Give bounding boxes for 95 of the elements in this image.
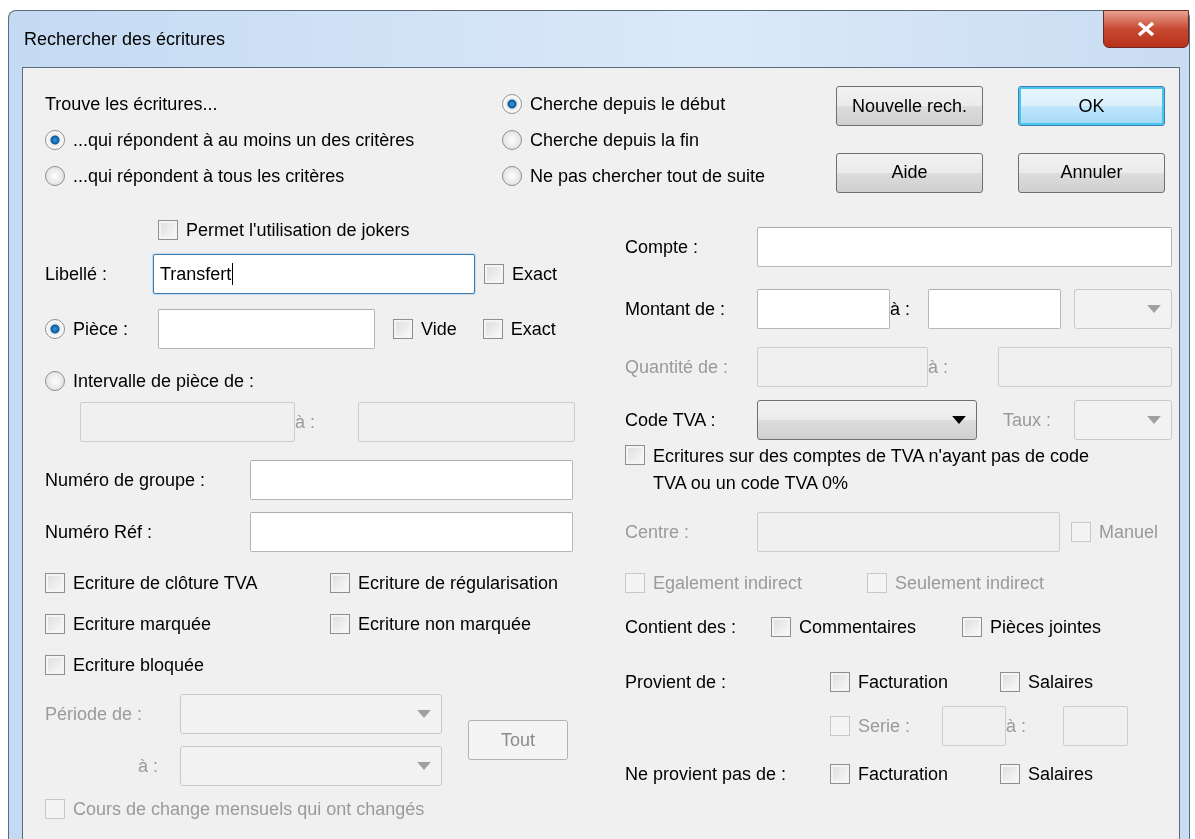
radio-label: Intervalle de pièce de :	[73, 370, 255, 393]
checkbox[interactable]	[45, 573, 65, 593]
range-label: à :	[928, 356, 949, 378]
text-field[interactable]	[158, 309, 375, 349]
checkbox-label: Exact	[510, 318, 556, 341]
checkbox[interactable]	[962, 617, 982, 637]
checkbox[interactable]	[330, 614, 350, 634]
checkbox-label: Vide	[421, 318, 457, 341]
radio-label: Cherche depuis la fin	[530, 129, 700, 152]
dialog-button[interactable]: Aide	[836, 152, 983, 193]
checkbox[interactable]	[393, 319, 413, 339]
checkbox-label: Exact	[512, 263, 558, 286]
checkbox-label: Permet l'utilisation de jokers	[186, 219, 410, 242]
checkbox-label: Cours de change mensuels qui ont changés	[73, 798, 425, 821]
checkbox-label: Salaires	[1028, 763, 1094, 786]
text-field[interactable]	[250, 512, 573, 552]
radio-label: Pièce :	[73, 318, 129, 341]
checkbox[interactable]	[830, 764, 850, 784]
close-button[interactable]	[1103, 10, 1189, 48]
field-label: Période de :	[45, 703, 144, 725]
radio-button[interactable]	[45, 166, 65, 186]
checkbox[interactable]	[771, 617, 791, 637]
checkbox-label: Ecriture de clôture TVA	[73, 572, 258, 595]
caret-icon	[952, 416, 966, 424]
checkbox[interactable]	[330, 573, 350, 593]
checkbox-label: Pièces jointes	[990, 616, 1102, 639]
field-label: Libellé :	[45, 263, 109, 285]
checkbox-label: Salaires	[1028, 671, 1094, 694]
field-label: Taux :	[1003, 409, 1053, 431]
checkbox[interactable]	[1000, 764, 1020, 784]
text-field[interactable]	[928, 289, 1061, 329]
radio-label: ...qui répondent à au moins un des critères	[73, 129, 415, 152]
checkbox[interactable]	[830, 672, 850, 692]
group-label: Ne provient pas de :	[625, 763, 788, 785]
radio-button[interactable]	[45, 319, 65, 339]
checkbox-label: Ecriture marquée	[73, 613, 212, 636]
dropdown[interactable]	[757, 400, 977, 440]
radio-button[interactable]	[502, 130, 522, 150]
checkbox-label: Ecriture non marquée	[358, 613, 532, 636]
field-label: Centre :	[625, 521, 691, 543]
close-icon	[1135, 21, 1157, 37]
checkbox-label: Egalement indirect	[653, 572, 803, 595]
field-label: Numéro de groupe :	[45, 469, 207, 491]
checkbox-label: Ecritures sur des comptes de TVA n'ayant pas de code TVA ou un code TVA 0%	[653, 445, 1090, 495]
checkbox-label: Commentaires	[799, 616, 917, 639]
checkbox-label: Seulement indirect	[895, 572, 1045, 595]
window-title: Rechercher des écritures	[23, 28, 226, 50]
dialog-button[interactable]: OK	[1018, 86, 1165, 126]
radio-label: ...qui répondent à tous les critères	[73, 165, 345, 188]
dialog-button[interactable]: Annuler	[1018, 152, 1165, 193]
text-field[interactable]	[998, 347, 1172, 387]
range-label: à :	[138, 755, 158, 777]
radio-button[interactable]	[502, 94, 522, 114]
range-label: à :	[1006, 715, 1027, 737]
caret-icon	[1147, 416, 1161, 424]
checkbox-label: Ecriture de régularisation	[358, 572, 559, 595]
checkbox-label: Ecriture bloquée	[73, 654, 205, 677]
text-field[interactable]	[1063, 706, 1128, 746]
group-label: Contient des :	[625, 616, 738, 638]
radio-button[interactable]	[45, 130, 65, 150]
text-field[interactable]: Transfert	[153, 254, 475, 294]
checkbox[interactable]	[45, 614, 65, 634]
range-label: à :	[890, 298, 911, 320]
text-field[interactable]	[358, 402, 575, 442]
field-label: Code TVA :	[625, 409, 717, 431]
field-label: Numéro Réf :	[45, 521, 154, 543]
checkbox[interactable]	[158, 220, 178, 240]
checkbox[interactable]	[484, 264, 504, 284]
dialog-button[interactable]: Nouvelle rech.	[836, 86, 983, 126]
checkbox-label: Manuel	[1099, 521, 1159, 544]
field-label: Quantité de :	[625, 356, 730, 378]
caret-icon	[1147, 305, 1161, 313]
text-field[interactable]	[757, 512, 1060, 552]
checkbox[interactable]	[482, 319, 503, 339]
text-field[interactable]	[757, 289, 890, 329]
field-label: Montant de :	[625, 298, 727, 320]
radio-label: Cherche depuis le début	[530, 93, 726, 116]
checkbox-label: Facturation	[858, 763, 949, 786]
text-field[interactable]	[250, 460, 573, 500]
caret-icon	[417, 710, 431, 718]
checkbox-label: Serie :	[858, 715, 911, 738]
radio-button[interactable]	[502, 166, 522, 186]
text-field[interactable]	[757, 347, 928, 387]
group-label: Trouve les écritures...	[45, 93, 218, 115]
checkbox-label: Facturation	[858, 671, 949, 694]
radio-label: Ne pas chercher tout de suite	[530, 165, 766, 188]
field-label: Compte :	[625, 236, 700, 258]
checkbox[interactable]	[625, 445, 645, 465]
caret-icon	[417, 762, 431, 770]
checkbox[interactable]	[45, 655, 65, 675]
text-field[interactable]	[942, 706, 1006, 746]
checkbox[interactable]	[1000, 672, 1020, 692]
group-label: Provient de :	[625, 671, 728, 693]
text-field[interactable]	[757, 227, 1172, 267]
range-label: à :	[295, 411, 316, 433]
